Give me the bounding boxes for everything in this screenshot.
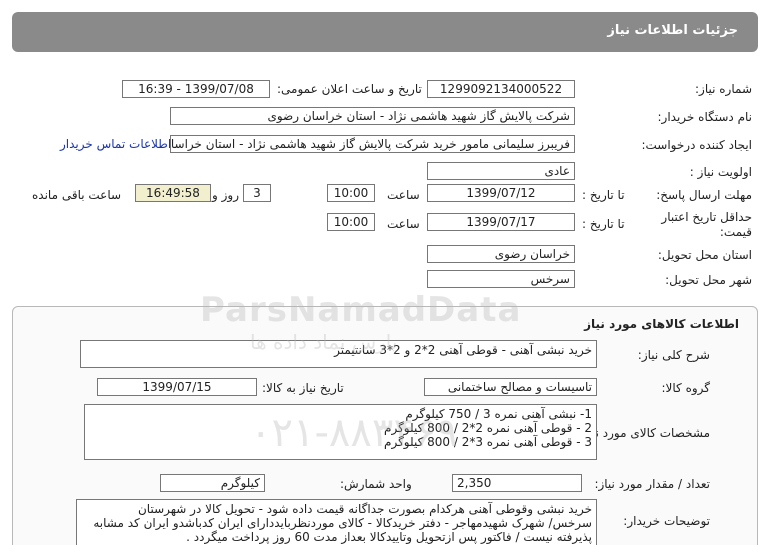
- announce-field: 1399/07/08 - 16:39: [122, 80, 270, 98]
- need-date-label: تاریخ نیاز به کالا:: [262, 381, 344, 395]
- validity-date-field: 1399/07/17: [427, 213, 575, 231]
- buyer-notes-label: توضیحات خریدار:: [623, 514, 710, 528]
- need-number-label: شماره نیاز:: [695, 82, 752, 96]
- need-number-field: 1299092134000522: [427, 80, 575, 98]
- summary-text: خرید نبشی آهنی - قوطی آهنی 2*2 و 2*3 سان…: [334, 343, 592, 357]
- validity-label-line1: حداقل تاریخ اعتبار: [661, 210, 752, 224]
- province-label: استان محل تحویل:: [657, 248, 752, 262]
- specs-label: مشخصات کالای مورد نیاز:: [578, 426, 710, 440]
- deadline-time-label: ساعت: [387, 188, 420, 202]
- spec-line-1: 1- نبشی آهنی نمره 3 / 750 کیلوگرم: [405, 407, 592, 421]
- validity-label-line2: قیمت:: [719, 225, 752, 239]
- specs-field: 1- نبشی آهنی نمره 3 / 750 کیلوگرم 2 - قو…: [84, 404, 597, 460]
- priority-field: عادی: [427, 162, 575, 180]
- unit-label: واحد شمارش:: [340, 477, 412, 491]
- remaining-time-field: 16:49:58: [135, 184, 211, 202]
- summary-field: خرید نبشی آهنی - قوطی آهنی 2*2 و 2*3 سان…: [80, 340, 597, 368]
- city-label: شهر محل تحویل:: [665, 273, 752, 287]
- page-title: جزئیات اطلاعات نیاز: [607, 23, 738, 38]
- creator-field: فریبرز سلیمانی مامور خرید شرکت پالایش گا…: [170, 135, 575, 153]
- goods-section-title: اطلاعات کالاهای مورد نیاز: [584, 317, 739, 331]
- days-label: روز و: [212, 188, 239, 202]
- validity-time-field: 10:00: [327, 213, 375, 231]
- remaining-label: ساعت باقی مانده: [32, 188, 122, 202]
- spec-line-2: 2 - قوطی آهنی نمره 2*2 / 800 کیلوگرم: [384, 421, 592, 435]
- spec-line-3: 3 - قوطی آهنی نمره 3*2 / 800 کیلوگرم: [384, 435, 592, 449]
- unit-field: کیلوگرم: [160, 474, 265, 492]
- page-header: جزئیات اطلاعات نیاز: [12, 12, 758, 52]
- summary-label: شرح کلی نیاز:: [637, 348, 710, 362]
- buyer-contact-link[interactable]: اطلاعات تماس خریدار: [60, 137, 171, 151]
- deadline-time-field: 10:00: [327, 184, 375, 202]
- goods-group-field: تاسیسات و مصالح ساختمانی: [424, 378, 597, 396]
- buyer-notes-field: خرید نبشی وقوطی آهنی هرکدام بصورت جداگان…: [76, 499, 597, 545]
- deadline-label: مهلت ارسال پاسخ:: [656, 188, 752, 202]
- validity-to-label: تا تاریخ :: [582, 217, 625, 231]
- notes-line-1: خرید نبشی وقوطی آهنی هرکدام بصورت جداگان…: [137, 502, 592, 516]
- notes-line-2: سرخس/ شهرک شهیدمهاجر - دفتر خریدکالا - ک…: [93, 516, 592, 530]
- province-field: خراسان رضوی: [427, 245, 575, 263]
- days-remaining-field: 3: [243, 184, 271, 202]
- notes-line-3: پذیرفته نیست / فاکتور پس ازتحویل وتاییدک…: [186, 530, 592, 544]
- deadline-date-field: 1399/07/12: [427, 184, 575, 202]
- deadline-to-label: تا تاریخ :: [582, 188, 625, 202]
- announce-label: تاریخ و ساعت اعلان عمومی:: [277, 82, 422, 96]
- need-date-field: 1399/07/15: [97, 378, 257, 396]
- quantity-label: تعداد / مقدار مورد نیاز:: [594, 477, 710, 491]
- goods-group-label: گروه کالا:: [661, 381, 711, 395]
- creator-label: ایجاد کننده درخواست:: [641, 138, 752, 152]
- city-field: سرخس: [427, 270, 575, 288]
- buyer-field: شرکت پالایش گاز شهید هاشمی نژاد - استان …: [170, 107, 575, 125]
- quantity-field: 2,350: [452, 474, 582, 492]
- validity-time-label: ساعت: [387, 217, 420, 231]
- priority-label: اولویت نیاز :: [689, 165, 752, 179]
- buyer-label: نام دستگاه خریدار:: [657, 110, 753, 124]
